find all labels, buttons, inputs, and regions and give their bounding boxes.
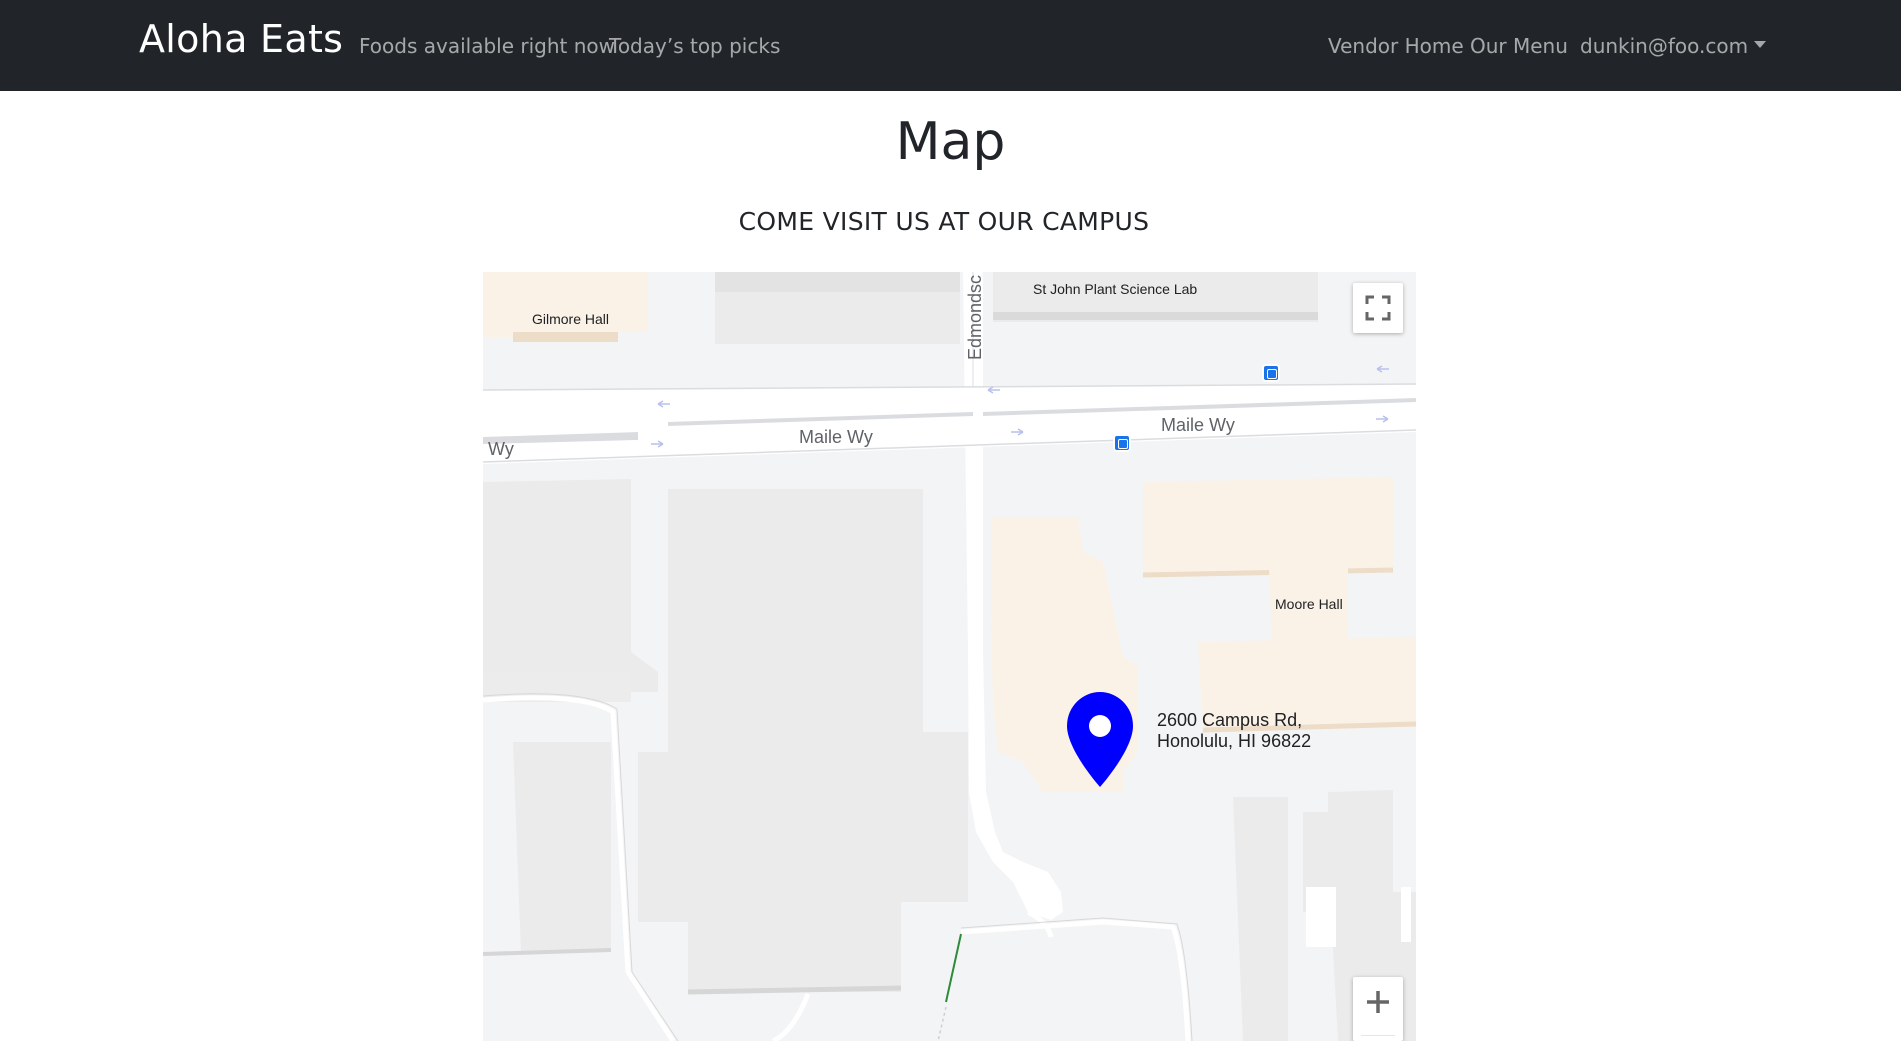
nav-vendor-home[interactable]: Vendor Home [1328,34,1464,58]
page-title: Map [895,112,1006,172]
map-view[interactable]: Gilmore Hall St John Plant Science Lab M… [483,272,1416,1041]
road-label-edmondson: Edmondsc [965,274,985,360]
fullscreen-icon [1365,295,1391,321]
nav-our-menu[interactable]: Our Menu [1470,34,1568,58]
navbar: Aloha Eats Foods available right now Tod… [0,0,1901,91]
brand-logo[interactable]: Aloha Eats [139,17,343,61]
road-label-wy: Wy [488,439,514,459]
address-line2: Honolulu, HI 96822 [1157,731,1312,751]
nav-foods-available[interactable]: Foods available right now [359,34,615,58]
road-label-maile-wy: Maile Wy [799,427,873,447]
address-label: 2600 Campus Rd, Honolulu, HI 96822 [1157,710,1311,752]
bus-stop-icon [1113,434,1131,452]
user-email: dunkin@foo.com [1580,34,1749,58]
address-line1: 2600 Campus Rd, [1157,710,1303,730]
zoom-in-button[interactable] [1353,977,1403,1041]
road-label-maile-wy: Maile Wy [1161,415,1235,435]
user-menu-dropdown[interactable]: dunkin@foo.com [1580,34,1767,58]
page-subtitle: COME VISIT US AT OUR CAMPUS [738,207,1150,236]
place-label-plant-science-lab: St John Plant Science Lab [1033,281,1198,297]
nav-top-picks[interactable]: Today’s top picks [609,34,780,58]
map-canvas [483,272,1416,1041]
bus-stop-icon [1262,364,1280,382]
caret-down-icon [1754,41,1767,48]
place-label-gilmore-hall: Gilmore Hall [532,311,610,327]
place-label-moore-hall: Moore Hall [1275,596,1343,612]
fullscreen-button[interactable] [1353,283,1403,333]
plus-icon [1367,991,1389,1013]
